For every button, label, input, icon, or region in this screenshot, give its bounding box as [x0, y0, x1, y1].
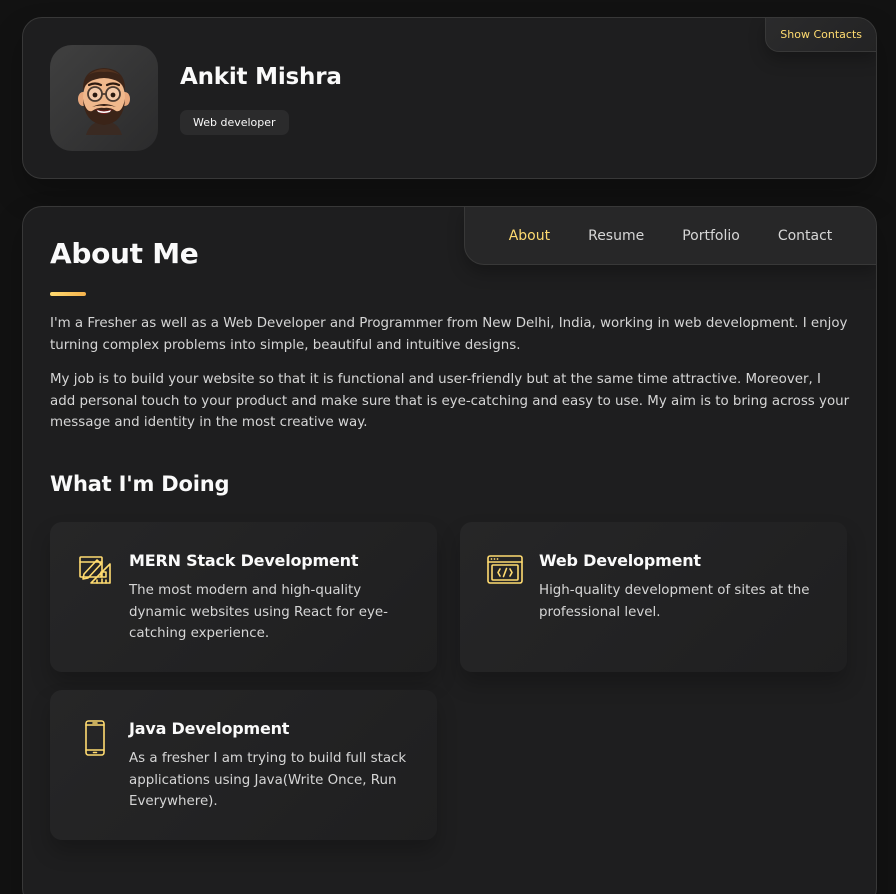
- nav-link-resume[interactable]: Resume: [569, 228, 663, 244]
- code-window-icon: [487, 555, 523, 584]
- nav-link-contact[interactable]: Contact: [759, 228, 851, 244]
- navbar: About Resume Portfolio Contact: [464, 207, 876, 265]
- service-title: MERN Stack Development: [129, 551, 359, 570]
- memoji-avatar-icon: [78, 68, 130, 135]
- profile-card: Ankit Mishra Web developer Show Contacts: [22, 17, 877, 179]
- design-tools-icon: [79, 556, 111, 584]
- about-paragraph: I'm a Fresher as well as a Web Developer…: [50, 316, 848, 353]
- portfolio-page: Ankit Mishra Web developer Show Contacts…: [0, 0, 896, 894]
- nav-link-portfolio[interactable]: Portfolio: [663, 228, 759, 244]
- show-contacts-button[interactable]: Show Contacts: [765, 18, 876, 52]
- service-card-mern: MERN Stack Development The most modern a…: [50, 522, 437, 672]
- mobile-phone-icon: [85, 720, 105, 756]
- title-underline: [50, 292, 86, 296]
- service-text: High-quality development of sites at the…: [539, 583, 810, 620]
- service-text: As a fresher I am trying to build full s…: [129, 751, 407, 809]
- service-title: Java Development: [129, 719, 290, 738]
- page-title: About Me: [50, 237, 199, 270]
- about-text: I'm a Fresher as well as a Web Developer…: [50, 313, 850, 447]
- services-title: What I'm Doing: [50, 472, 230, 496]
- profile-title-badge: Web developer: [180, 110, 289, 135]
- avatar: [50, 45, 158, 151]
- service-text: The most modern and high-quality dynamic…: [129, 583, 388, 641]
- about-paragraph: My job is to build your website so that …: [50, 372, 850, 430]
- main-content-card: About Resume Portfolio Contact About Me …: [22, 206, 877, 894]
- service-title: Web Development: [539, 551, 701, 570]
- service-card-web: Web Development High-quality development…: [460, 522, 847, 672]
- profile-name: Ankit Mishra: [180, 64, 342, 90]
- service-card-java: Java Development As a fresher I am tryin…: [50, 690, 437, 840]
- nav-link-about[interactable]: About: [490, 228, 569, 244]
